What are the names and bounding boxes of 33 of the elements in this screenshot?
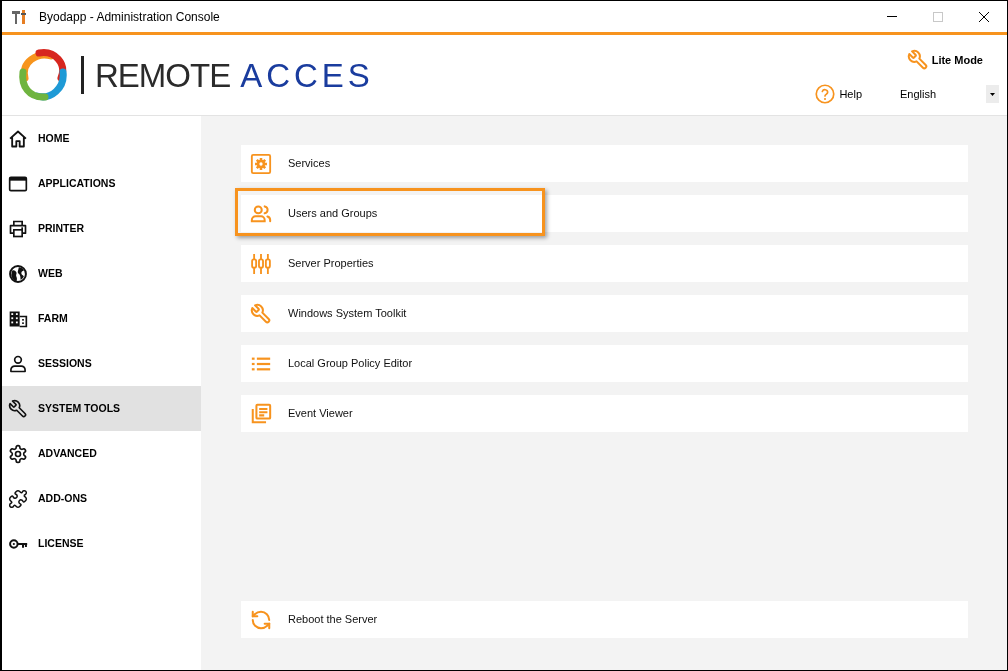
wrench-icon <box>906 49 929 71</box>
person-icon <box>8 353 28 374</box>
printer-icon <box>8 218 28 239</box>
window-title: Byodapp - Administration Console <box>39 8 220 26</box>
help-icon <box>815 84 836 104</box>
wrench-icon <box>250 302 272 325</box>
document-stack-icon <box>250 402 272 425</box>
minimize-icon <box>887 16 897 17</box>
gear-icon <box>8 443 28 464</box>
close-icon <box>979 11 989 22</box>
tool-item[interactable]: Windows System Toolkit <box>241 295 968 332</box>
logo-text: REMOTE <box>95 58 231 92</box>
sidebar-item[interactable]: SYSTEM TOOLS <box>2 386 201 431</box>
tool-item[interactable]: Services <box>241 145 968 182</box>
tool-item[interactable]: Server Properties <box>241 245 968 282</box>
reboot-button[interactable]: Reboot the Server <box>241 601 968 638</box>
help-button[interactable]: Help <box>815 84 862 104</box>
users-icon <box>250 202 272 225</box>
sliders-icon <box>250 252 272 275</box>
refresh-icon <box>250 608 272 631</box>
lite-mode-button[interactable]: Lite Mode <box>906 49 983 71</box>
home-icon <box>8 128 28 149</box>
logo-text: ACCES <box>240 58 374 92</box>
logo-divider <box>81 56 84 94</box>
app-tools-icon <box>11 8 27 25</box>
puzzle-icon <box>8 488 28 509</box>
gear-icon <box>250 152 272 175</box>
logo-swirl-icon <box>17 48 69 102</box>
wrench-icon <box>8 398 28 419</box>
globe-icon <box>8 263 28 284</box>
tool-item[interactable]: Event Viewer <box>241 395 968 432</box>
tool-item[interactable]: Local Group Policy Editor <box>241 345 968 382</box>
maximize-icon <box>933 11 943 22</box>
